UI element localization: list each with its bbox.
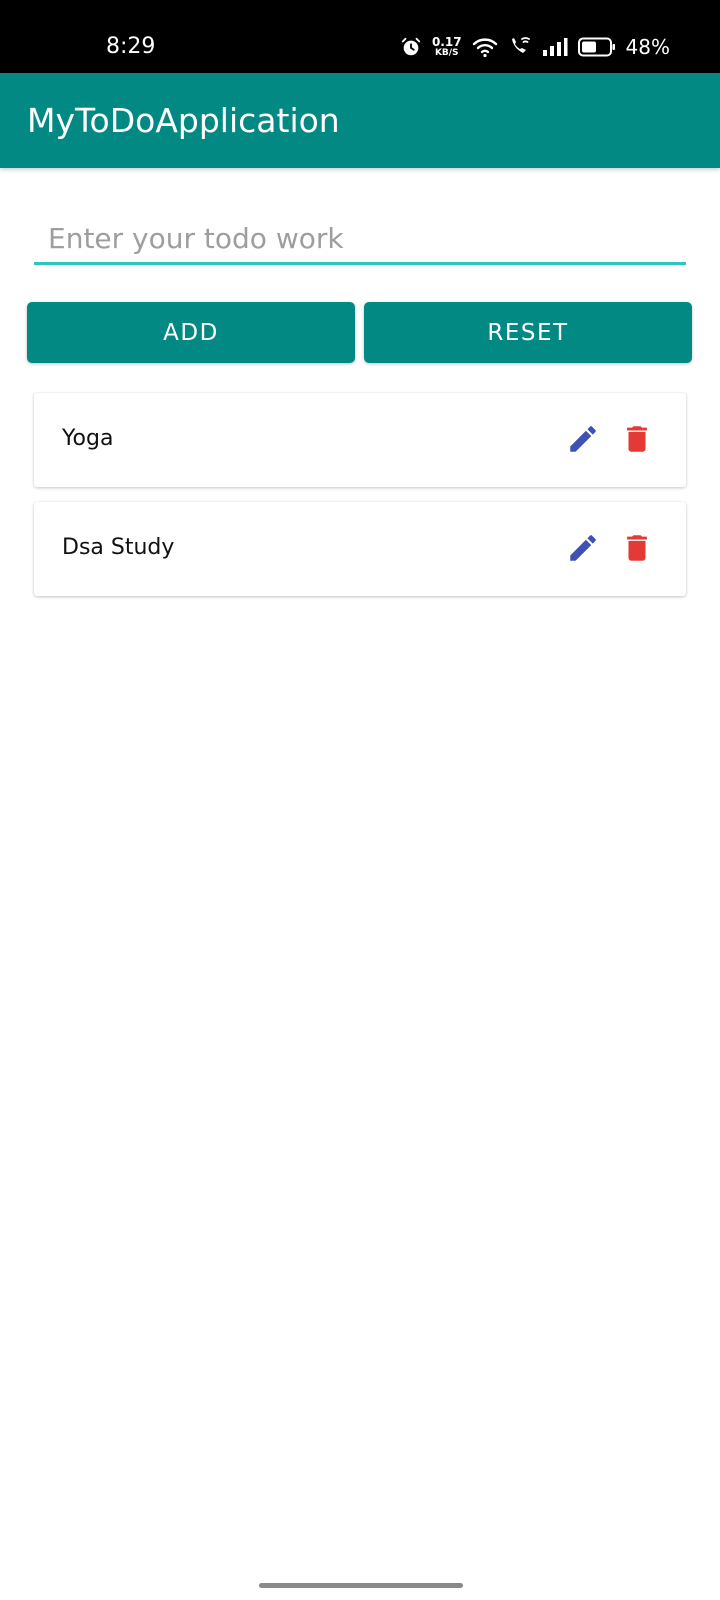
delete-icon[interactable] [618,529,656,567]
add-button-label: ADD [163,319,219,346]
wifi-call-icon [508,36,532,58]
battery-icon [577,37,616,57]
app-bar: MyToDoApplication [0,73,720,168]
status-icons: 0.17 KB/S 48% [400,32,670,62]
todo-input[interactable] [34,215,686,265]
edit-icon[interactable] [564,529,602,567]
edit-icon[interactable] [564,420,602,458]
reset-button-label: RESET [487,319,569,346]
screen: 8:29 0.17 KB/S 48% MyToDoApplication Ent… [0,0,720,1600]
wifi-icon [472,36,498,58]
status-bar: 8:29 0.17 KB/S 48% [0,0,720,73]
todo-item: Yoga [34,393,686,487]
delete-icon[interactable] [618,420,656,458]
reset-button[interactable]: RESET [364,302,692,363]
status-time: 8:29 [106,34,156,59]
home-indicator[interactable] [259,1583,463,1588]
signal-icon [542,37,568,57]
net-speed: 0.17 KB/S [432,36,462,58]
todo-item-text: Yoga [62,426,114,451]
app-title: MyToDoApplication [27,101,340,140]
alarm-icon [400,36,422,58]
todo-item-text: Dsa Study [62,535,175,560]
battery-percent: 48% [625,35,670,59]
net-speed-unit: KB/S [434,48,459,58]
add-button[interactable]: ADD [27,302,355,363]
todo-item: Dsa Study [34,502,686,596]
net-speed-value: 0.17 [431,35,462,49]
